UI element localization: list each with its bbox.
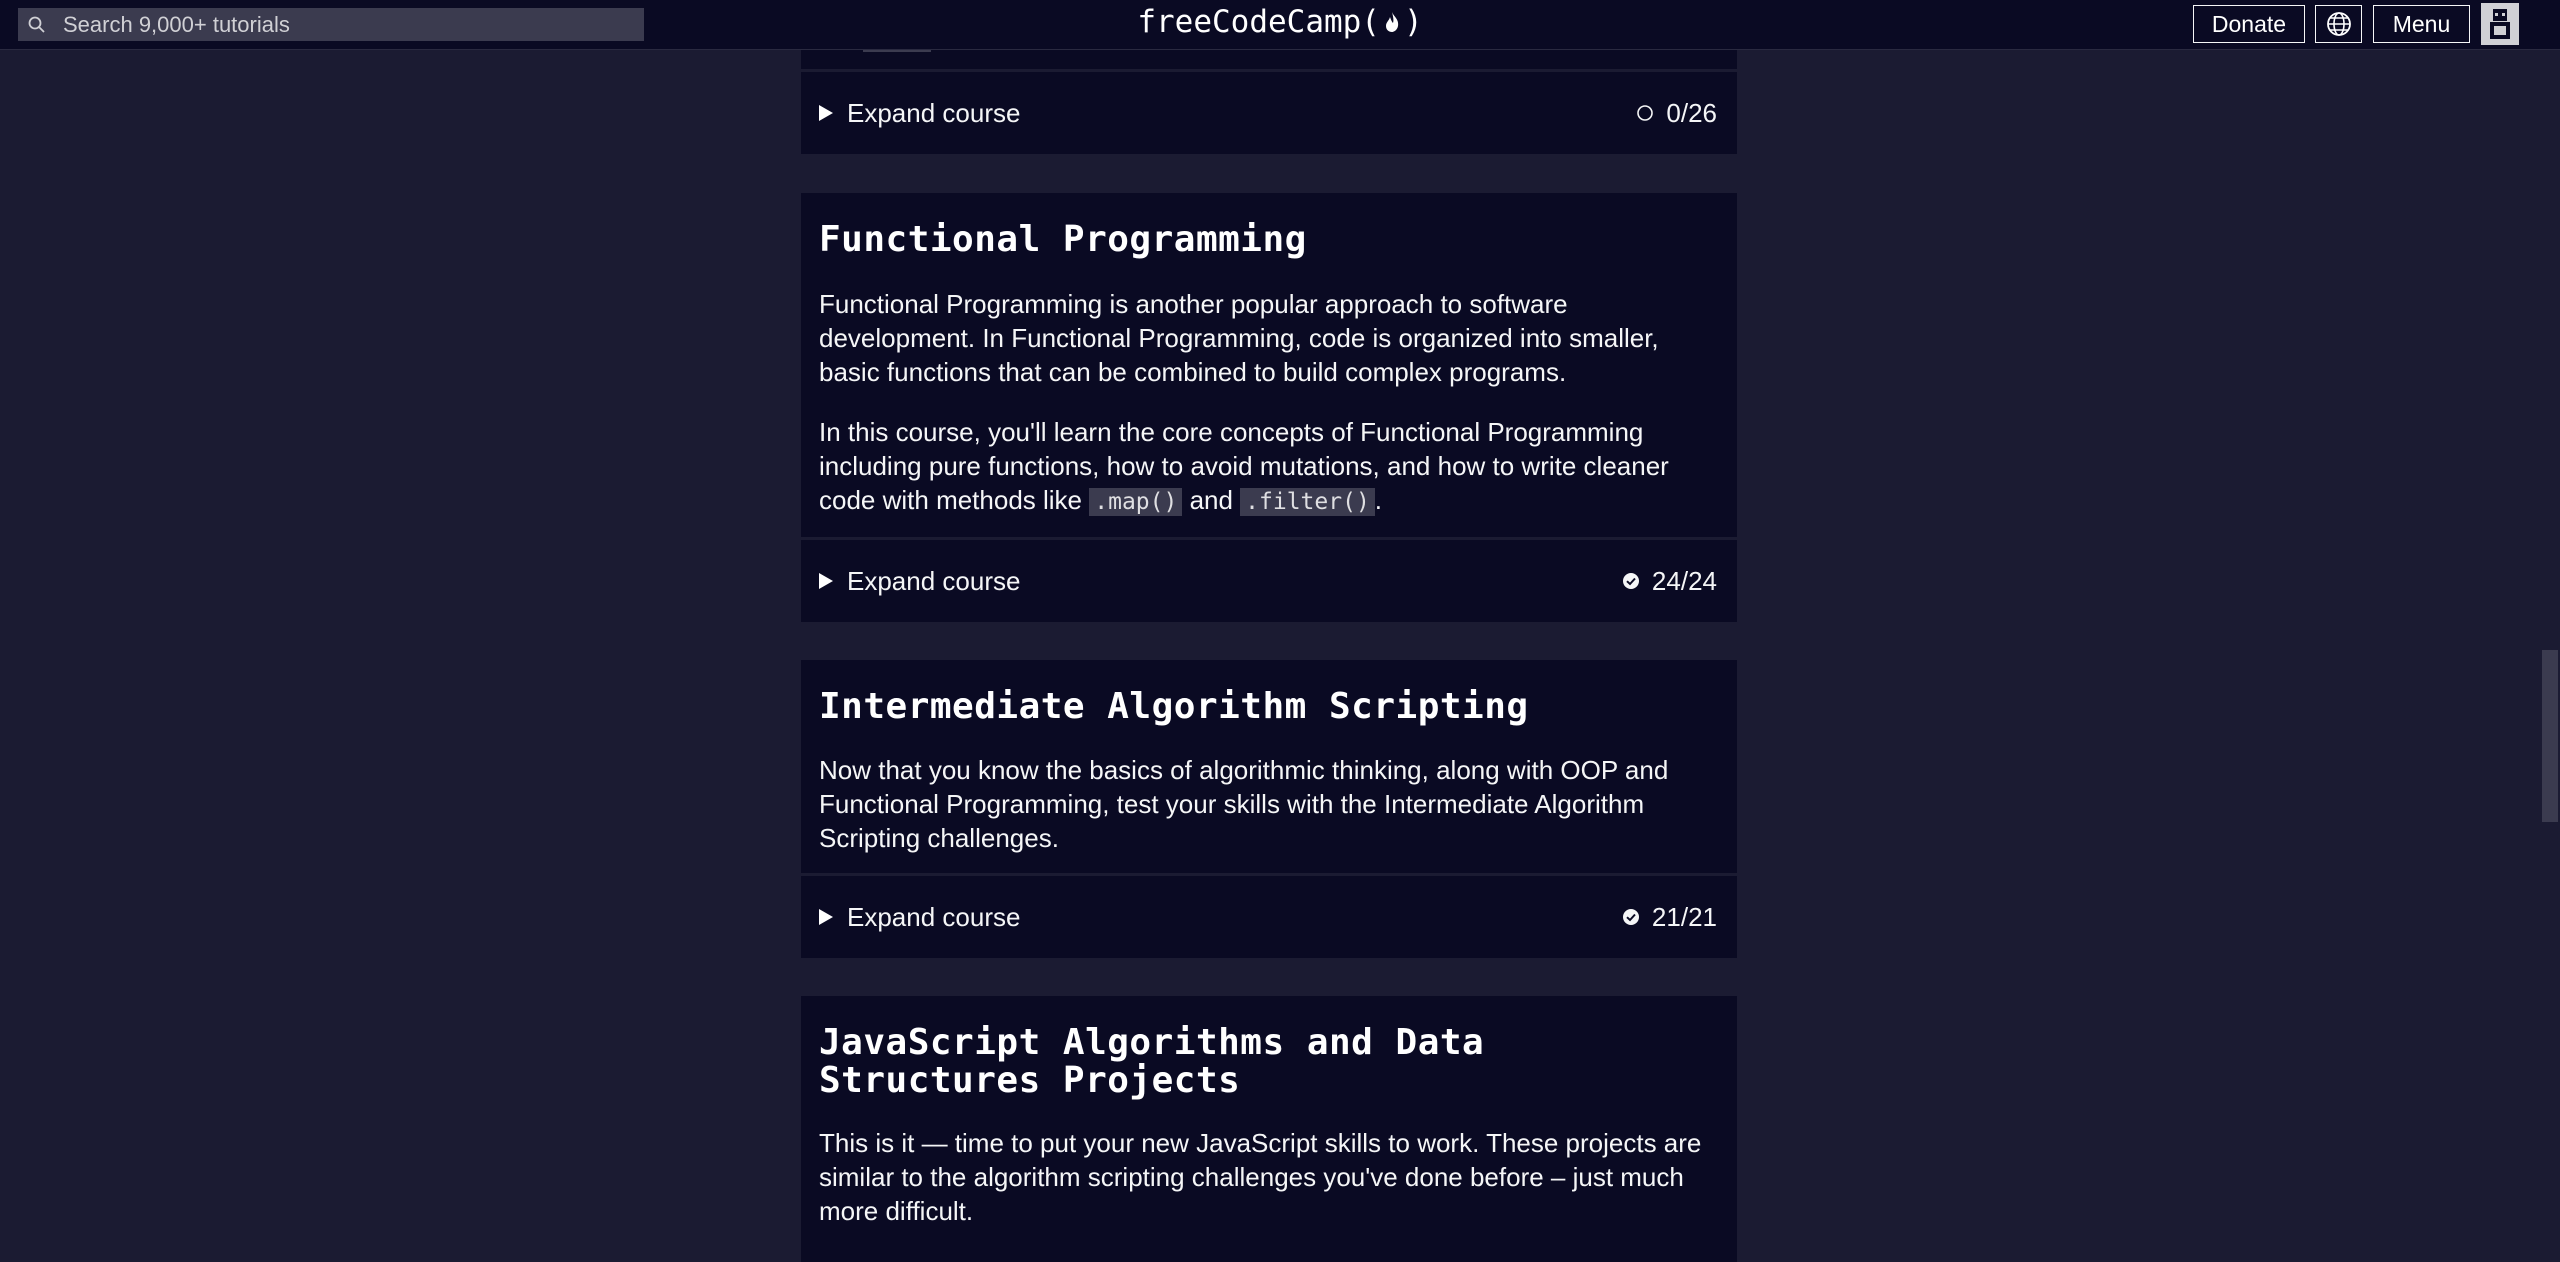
logo-text-right: ) [1403, 4, 1423, 40]
expand-course-label: Expand course [847, 565, 1021, 596]
scrollbar[interactable] [2540, 49, 2560, 1262]
scrollbar-thumb[interactable] [2542, 650, 2558, 822]
course-card-functional-programming: Functional Programming Functional Progra… [801, 193, 1737, 537]
prev-course-card-top [801, 49, 1737, 69]
caret-right-icon [819, 105, 833, 121]
course-progress: 21/21 [1651, 901, 1717, 932]
prev-course-expand-button[interactable]: Expand course 0/26 [801, 72, 1737, 154]
course-progress: 24/24 [1651, 565, 1717, 596]
check-circle-icon [1622, 573, 1639, 589]
course-description: Now that you know the basics of algorith… [819, 755, 1669, 853]
top-nav: Search 9,000+ tutorials freeCodeCamp( ) … [0, 0, 2560, 50]
logo-text-left: freeCodeCamp( [1137, 4, 1380, 40]
donate-button[interactable]: Donate [2193, 5, 2305, 43]
intermediate-algorithm-expand-button[interactable]: Expand course 21/21 [801, 876, 1737, 958]
code-snippet-filter: .filter() [1240, 488, 1375, 516]
search-input[interactable]: Search 9,000+ tutorials [18, 8, 644, 41]
search-icon [28, 16, 45, 33]
expand-course-label: Expand course [847, 901, 1021, 932]
empty-circle-icon [1637, 105, 1654, 121]
course-description: Functional Programming is another popula… [819, 289, 1659, 387]
description-text: . [1374, 485, 1383, 515]
search-placeholder: Search 9,000+ tutorials [63, 11, 290, 37]
language-button[interactable] [2315, 5, 2362, 43]
check-circle-icon [1622, 909, 1639, 925]
globe-icon [2326, 12, 2351, 36]
description-text: and [1182, 485, 1241, 515]
course-card-intermediate-algorithm-scripting: Intermediate Algorithm Scripting Now tha… [801, 660, 1737, 873]
caret-right-icon [819, 573, 833, 589]
course-card-javascript-projects: JavaScript Algorithms and Data Structure… [801, 996, 1737, 1262]
user-avatar-icon [2490, 9, 2510, 39]
caret-right-icon [819, 909, 833, 925]
course-progress: 0/26 [1666, 97, 1717, 128]
freecodecamp-logo[interactable]: freeCodeCamp( ) [1130, 4, 1430, 40]
course-title[interactable]: JavaScript Algorithms and Data Structure… [819, 1024, 1699, 1100]
course-title[interactable]: Intermediate Algorithm Scripting [819, 688, 1529, 726]
code-snippet-map: .map() [1089, 488, 1183, 516]
menu-button[interactable]: Menu [2373, 5, 2470, 43]
expand-course-label: Expand course [847, 97, 1021, 128]
course-description: This is it — time to put your new JavaSc… [819, 1128, 1702, 1226]
avatar[interactable] [2481, 3, 2519, 45]
course-description-2: In this course, you'll learn the core co… [819, 415, 1719, 519]
course-title[interactable]: Functional Programming [819, 221, 1307, 259]
functional-programming-expand-button[interactable]: Expand course 24/24 [801, 540, 1737, 622]
flame-icon [1385, 12, 1399, 32]
